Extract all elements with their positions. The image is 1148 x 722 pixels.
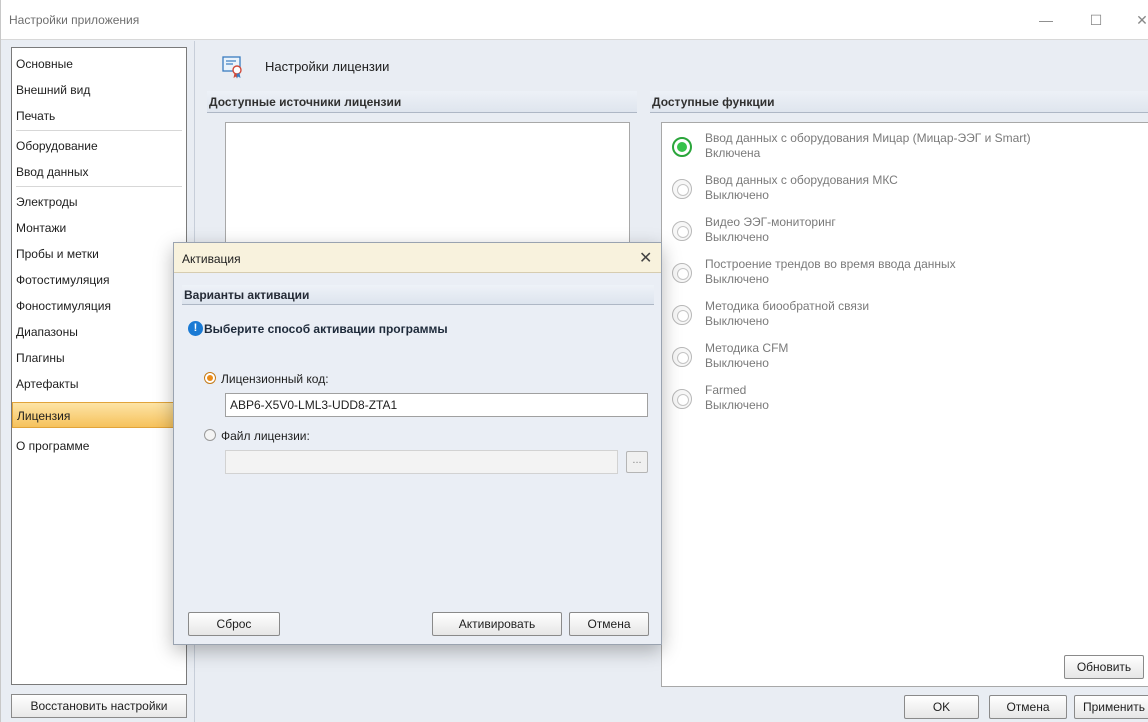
maximize-button[interactable]: ☐ bbox=[1081, 8, 1111, 32]
nav-item-montages[interactable]: Монтажи bbox=[12, 215, 186, 241]
feature-state: Выключено bbox=[705, 188, 769, 202]
feature-disabled-indicator bbox=[672, 263, 692, 283]
feature-state: Выключено bbox=[705, 230, 769, 244]
nav-item-ranges[interactable]: Диапазоны bbox=[12, 319, 186, 345]
feature-name: Ввод данных с оборудования Мицар (Мицар-… bbox=[705, 131, 1031, 145]
nav-item-equipment[interactable]: Оборудование bbox=[12, 133, 186, 159]
apply-button[interactable]: Применить bbox=[1074, 695, 1148, 719]
nav-item-probes-marks[interactable]: Пробы и метки bbox=[12, 241, 186, 267]
info-icon: ! bbox=[188, 321, 203, 336]
certificate-icon bbox=[222, 56, 242, 79]
dialog-titlebar: Активация ✕ bbox=[174, 243, 661, 273]
license-sources-header: Доступные источники лицензии bbox=[207, 91, 637, 113]
nav-item-appearance[interactable]: Внешний вид bbox=[12, 77, 186, 103]
activate-button[interactable]: Активировать bbox=[432, 612, 562, 636]
feature-item: Видео ЭЭГ-мониторинг Выключено bbox=[662, 213, 1142, 255]
nav-item-artifacts[interactable]: Артефакты bbox=[12, 371, 186, 397]
feature-state: Выключено bbox=[705, 356, 769, 370]
window-titlebar: Настройки приложения — ☐ ✕ bbox=[1, 0, 1148, 40]
feature-disabled-indicator bbox=[672, 179, 692, 199]
feature-enabled-indicator bbox=[672, 137, 692, 157]
nav-separator bbox=[16, 186, 182, 187]
settings-window: Настройки приложения — ☐ ✕ Основные Внеш… bbox=[0, 0, 1148, 722]
browse-file-button[interactable]: ... bbox=[626, 451, 648, 473]
license-code-label[interactable]: Лицензионный код: bbox=[221, 372, 329, 386]
nav-item-phonostimulation[interactable]: Фоностимуляция bbox=[12, 293, 186, 319]
feature-state: Выключено bbox=[705, 314, 769, 328]
feature-name: Методика CFM bbox=[705, 341, 789, 355]
nav-item-about[interactable]: О программе bbox=[12, 433, 186, 459]
nav-item-license[interactable]: Лицензия bbox=[12, 402, 186, 428]
feature-item: Farmed Выключено bbox=[662, 381, 1142, 423]
nav-item-data-input[interactable]: Ввод данных bbox=[12, 159, 186, 185]
nav-item-basic[interactable]: Основные bbox=[12, 51, 186, 77]
activation-options-header: Варианты активации bbox=[182, 285, 654, 305]
feature-name: Методика биообратной связи bbox=[705, 299, 870, 313]
feature-state: Выключено bbox=[705, 398, 769, 412]
feature-name: Построение трендов во время ввода данных bbox=[705, 257, 956, 271]
feature-disabled-indicator bbox=[672, 305, 692, 325]
window-title: Настройки приложения bbox=[9, 13, 140, 27]
page-title: Настройки лицензии bbox=[265, 59, 390, 74]
nav-item-photostimulation[interactable]: Фотостимуляция bbox=[12, 267, 186, 293]
license-file-label[interactable]: Файл лицензии: bbox=[221, 429, 310, 443]
feature-item: Методика биообратной связи Выключено bbox=[662, 297, 1142, 339]
feature-name: Farmed bbox=[705, 383, 747, 397]
restore-settings-button[interactable]: Восстановить настройки bbox=[11, 694, 187, 718]
nav-item-plugins[interactable]: Плагины bbox=[12, 345, 186, 371]
feature-name: Видео ЭЭГ-мониторинг bbox=[705, 215, 836, 229]
nav-item-electrodes[interactable]: Электроды bbox=[12, 189, 186, 215]
dialog-title: Активация bbox=[182, 252, 241, 266]
refresh-button[interactable]: Обновить bbox=[1064, 655, 1144, 679]
license-file-radio[interactable] bbox=[204, 429, 216, 441]
features-header: Доступные функции bbox=[650, 91, 1148, 113]
ok-button[interactable]: OK bbox=[904, 695, 979, 719]
feature-item: Построение трендов во время ввода данных… bbox=[662, 255, 1142, 297]
page-header: Настройки лицензии bbox=[195, 41, 1148, 85]
nav-separator bbox=[16, 130, 182, 131]
feature-disabled-indicator bbox=[672, 389, 692, 409]
license-file-input[interactable] bbox=[225, 450, 618, 474]
settings-nav: Основные Внешний вид Печать Оборудование… bbox=[11, 47, 187, 685]
dialog-close-icon[interactable]: ✕ bbox=[639, 248, 652, 268]
feature-item: Ввод данных с оборудования Мицар (Мицар-… bbox=[662, 129, 1142, 171]
minimize-button[interactable]: — bbox=[1031, 8, 1061, 32]
nav-item-print[interactable]: Печать bbox=[12, 103, 186, 129]
reset-button[interactable]: Сброс bbox=[188, 612, 280, 636]
feature-state: Выключено bbox=[705, 272, 769, 286]
features-list: Ввод данных с оборудования Мицар (Мицар-… bbox=[661, 122, 1148, 687]
license-code-radio[interactable] bbox=[204, 372, 216, 384]
license-code-input[interactable] bbox=[225, 393, 648, 417]
feature-name: Ввод данных с оборудования МКС bbox=[705, 173, 898, 187]
close-window-button[interactable]: ✕ bbox=[1127, 8, 1148, 32]
feature-disabled-indicator bbox=[672, 221, 692, 241]
cancel-button[interactable]: Отмена bbox=[989, 695, 1067, 719]
feature-item: Ввод данных с оборудования МКС Выключено bbox=[662, 171, 1142, 213]
dialog-cancel-button[interactable]: Отмена bbox=[569, 612, 649, 636]
activation-hint: Выберите способ активации программы bbox=[204, 322, 448, 336]
license-sources-list[interactable] bbox=[225, 122, 630, 252]
feature-disabled-indicator bbox=[672, 347, 692, 367]
feature-item: Методика CFM Выключено bbox=[662, 339, 1142, 381]
feature-state: Включена bbox=[705, 146, 761, 160]
activation-dialog: Активация ✕ Варианты активации ! Выберит… bbox=[173, 242, 662, 645]
